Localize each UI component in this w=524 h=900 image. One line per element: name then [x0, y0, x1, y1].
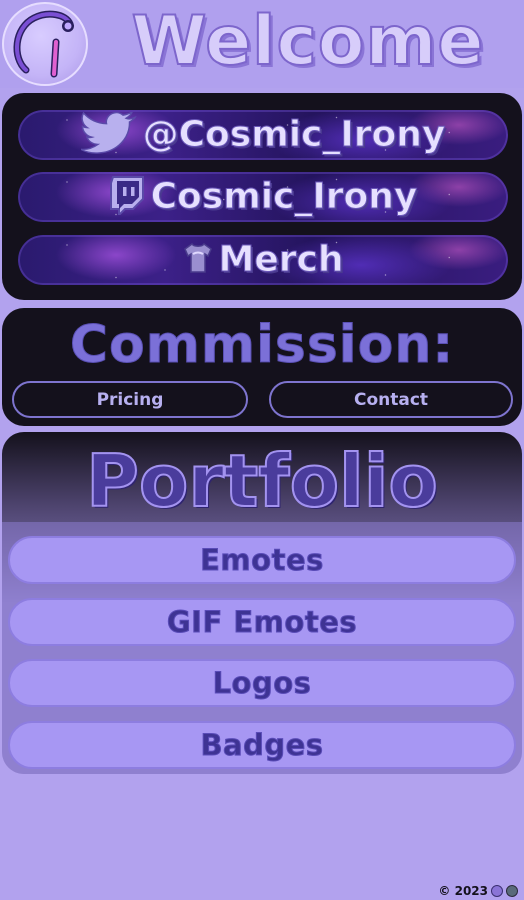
merch-link-button[interactable]: Merch: [18, 235, 508, 285]
globe-mini-icon: [506, 885, 518, 897]
tshirt-icon: [183, 242, 213, 278]
gif-emotes-button[interactable]: GIF Emotes: [8, 598, 516, 646]
cosmic-irony-logo-icon[interactable]: [2, 2, 88, 86]
copyright-text: © 2023: [438, 884, 488, 898]
pricing-button[interactable]: Pricing: [12, 381, 248, 418]
social-links-panel: @Cosmic_Irony Cosmic_Irony Merch: [2, 93, 522, 300]
twitter-bird-icon: [80, 110, 137, 158]
portfolio-panel: Portfolio Emotes GIF Emotes Logos Badges: [2, 432, 522, 774]
footer: © 2023: [438, 884, 518, 898]
twitch-link-button[interactable]: Cosmic_Irony: [18, 172, 508, 222]
twitter-handle-label: @Cosmic_Irony: [142, 114, 446, 155]
logo-mini-icon: [491, 885, 503, 897]
twitter-link-button[interactable]: @Cosmic_Irony: [18, 110, 508, 160]
twitch-handle-label: Cosmic_Irony: [150, 176, 418, 217]
commission-panel: Commission: Pricing Contact: [2, 308, 522, 426]
contact-button[interactable]: Contact: [269, 381, 513, 418]
badges-button[interactable]: Badges: [8, 721, 516, 769]
page-title: Welcome: [130, 2, 485, 81]
twitch-icon: [109, 175, 145, 219]
header: Welcome: [0, 0, 524, 88]
commission-heading: Commission:: [69, 315, 455, 375]
merch-label: Merch: [218, 239, 344, 280]
portfolio-heading: Portfolio: [85, 438, 439, 524]
logos-button[interactable]: Logos: [8, 659, 516, 707]
emotes-button[interactable]: Emotes: [8, 536, 516, 584]
